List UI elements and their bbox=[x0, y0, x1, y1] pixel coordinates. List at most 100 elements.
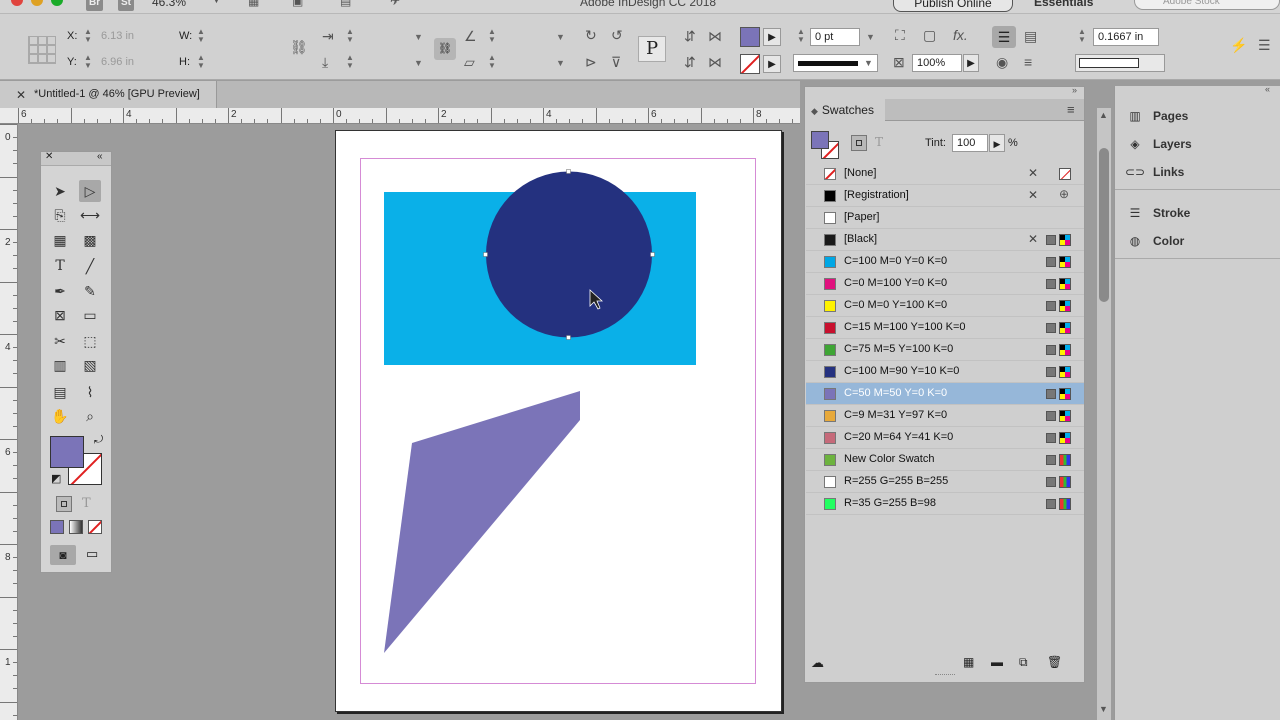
swatch-name: C=0 M=100 Y=0 K=0 bbox=[844, 277, 948, 289]
scroll-up-icon[interactable]: ▲ bbox=[1099, 110, 1108, 120]
apply-color-icon[interactable] bbox=[50, 520, 64, 534]
swatch-row[interactable]: [None] ✕ bbox=[806, 163, 1084, 185]
process-color-icon bbox=[1046, 279, 1056, 289]
show-swatch-kinds-icon[interactable]: ▦ bbox=[963, 655, 974, 669]
swatch-row[interactable]: C=50 M=50 Y=0 K=0 bbox=[806, 383, 1084, 405]
apply-gradient-icon[interactable] bbox=[69, 520, 83, 534]
formatting-container-icon[interactable] bbox=[851, 135, 867, 151]
cmyk-mode-icon bbox=[1059, 366, 1071, 378]
vertical-scrollbar[interactable]: ▲ ▼ bbox=[1097, 108, 1111, 720]
color-icon: ◍ bbox=[1129, 234, 1141, 248]
swatch-row[interactable]: [Registration] ✕ ⊕ bbox=[806, 185, 1084, 207]
swatch-row[interactable]: [Paper] bbox=[806, 207, 1084, 229]
tools-panel-header[interactable]: ✕ « bbox=[41, 151, 111, 166]
gradient-swatch-tool-icon[interactable]: ▥ bbox=[49, 354, 71, 376]
swatch-name: [None] bbox=[844, 167, 877, 179]
swatch-name: C=75 M=5 Y=100 K=0 bbox=[844, 343, 954, 355]
apply-none-icon[interactable] bbox=[88, 520, 102, 534]
scroll-down-icon[interactable]: ▼ bbox=[1099, 704, 1108, 714]
swatch-row[interactable]: C=100 M=0 Y=0 K=0 bbox=[806, 251, 1084, 273]
swatch-color-chip bbox=[824, 454, 836, 466]
dock-label: Pages bbox=[1153, 109, 1189, 123]
normal-view-icon[interactable]: ◙ bbox=[50, 545, 76, 565]
stroke-icon: ☰ bbox=[1129, 206, 1141, 220]
dock-item-pages[interactable]: ▥ Pages bbox=[1125, 106, 1188, 126]
tint-field[interactable]: 100 bbox=[952, 134, 988, 152]
swatch-name: C=0 M=0 Y=100 K=0 bbox=[844, 299, 948, 311]
content-placer-icon[interactable]: ▩ bbox=[79, 229, 101, 251]
fill-swatch[interactable] bbox=[811, 131, 829, 149]
swatch-row[interactable]: C=9 M=31 Y=97 K=0 bbox=[806, 405, 1084, 427]
navy-circle[interactable] bbox=[486, 171, 652, 338]
none-mode-icon bbox=[1059, 168, 1071, 180]
collapse-icon[interactable]: » bbox=[1072, 85, 1077, 95]
swatch-name: C=9 M=31 Y=97 K=0 bbox=[844, 409, 948, 421]
swatch-row[interactable]: C=100 M=90 Y=10 K=0 bbox=[806, 361, 1084, 383]
gap-tool-icon[interactable]: ⟷ bbox=[79, 204, 101, 226]
preview-mode-icon[interactable]: ▭ bbox=[86, 546, 98, 562]
chevron-right-icon[interactable]: ▶ bbox=[989, 134, 1005, 152]
default-colors-icon[interactable]: ◩ bbox=[51, 472, 61, 485]
gradient-feather-tool-icon[interactable]: ▧ bbox=[79, 354, 101, 376]
swatch-name: C=50 M=50 Y=0 K=0 bbox=[844, 387, 948, 399]
swatch-row[interactable]: R=35 G=255 B=98 bbox=[806, 493, 1084, 515]
zoom-tool-icon[interactable]: ⌕ bbox=[79, 405, 101, 427]
formatting-text-icon[interactable]: T bbox=[875, 135, 883, 149]
collapse-icon[interactable]: « bbox=[1265, 84, 1270, 94]
anchor-point[interactable] bbox=[566, 335, 571, 340]
line-tool-icon[interactable]: ╱ bbox=[79, 255, 101, 277]
swatch-row[interactable]: C=15 M=100 Y=100 K=0 bbox=[806, 317, 1084, 339]
trash-icon[interactable]: 🗑 bbox=[1047, 655, 1062, 669]
collapse-icon[interactable]: « bbox=[97, 151, 103, 162]
hand-tool-icon[interactable]: ✋ bbox=[49, 405, 71, 427]
pen-tool-icon[interactable]: ✒ bbox=[49, 280, 71, 302]
fill-swatch[interactable] bbox=[50, 436, 84, 468]
anchor-point[interactable] bbox=[650, 252, 655, 257]
close-icon[interactable]: ✕ bbox=[45, 151, 53, 162]
cmyk-mode-icon bbox=[1059, 278, 1071, 290]
swatch-row[interactable]: C=0 M=100 Y=0 K=0 bbox=[806, 273, 1084, 295]
anchor-point[interactable] bbox=[566, 169, 571, 174]
purple-polygon[interactable] bbox=[384, 391, 580, 653]
new-color-group-icon[interactable]: ▬ bbox=[991, 655, 1003, 669]
process-color-icon bbox=[1046, 345, 1056, 355]
rectangle-tool-icon[interactable]: ▭ bbox=[79, 304, 101, 326]
swatch-row[interactable]: [Black] ✕ bbox=[806, 229, 1084, 251]
swatch-row[interactable]: New Color Swatch bbox=[806, 449, 1084, 471]
cmyk-mode-icon bbox=[1059, 432, 1071, 444]
dock-item-stroke[interactable]: ☰ Stroke bbox=[1125, 203, 1191, 223]
swatch-row[interactable]: C=20 M=64 Y=41 K=0 bbox=[806, 427, 1084, 449]
dock-item-layers[interactable]: ◈ Layers bbox=[1125, 134, 1191, 154]
pencil-tool-icon[interactable]: ✎ bbox=[79, 280, 101, 302]
new-swatch-icon[interactable]: ⧉ bbox=[1019, 655, 1028, 670]
anchor-point[interactable] bbox=[483, 252, 488, 257]
swatch-row[interactable]: C=0 M=0 Y=100 K=0 bbox=[806, 295, 1084, 317]
formatting-container-icon[interactable] bbox=[56, 496, 72, 512]
swatch-row[interactable]: R=255 G=255 B=255 bbox=[806, 471, 1084, 493]
selection-tool-icon[interactable]: ➤ bbox=[49, 180, 71, 202]
page-tool-icon[interactable]: ⎘ bbox=[49, 204, 71, 226]
rgb-mode-icon bbox=[1059, 498, 1071, 510]
panel-menu-icon[interactable]: ≡ bbox=[1067, 102, 1075, 117]
swatch-row[interactable]: C=75 M=5 Y=100 K=0 bbox=[806, 339, 1084, 361]
swatch-color-chip bbox=[824, 300, 836, 312]
note-tool-icon[interactable]: ▤ bbox=[49, 381, 71, 403]
dock-item-links[interactable]: ⊂⊃ Links bbox=[1125, 162, 1184, 182]
cloud-library-icon[interactable]: ☁ bbox=[811, 655, 824, 671]
rectangle-frame-tool-icon[interactable]: ⊠ bbox=[49, 304, 71, 326]
swap-colors-icon[interactable]: ⤾ bbox=[94, 434, 103, 447]
type-tool-icon[interactable]: T bbox=[49, 255, 71, 277]
scrollbar-thumb[interactable] bbox=[1099, 148, 1109, 302]
swatches-tab[interactable]: ◆ Swatches bbox=[805, 99, 885, 121]
free-transform-tool-icon[interactable]: ⬚ bbox=[79, 330, 101, 352]
swatch-name: New Color Swatch bbox=[844, 453, 935, 465]
artwork-layer bbox=[384, 169, 696, 653]
direct-selection-tool-icon[interactable]: ▷ bbox=[79, 180, 101, 202]
swatch-name: C=15 M=100 Y=100 K=0 bbox=[844, 321, 966, 333]
dock-item-color[interactable]: ◍ Color bbox=[1125, 231, 1185, 251]
content-collector-icon[interactable]: ▦ bbox=[49, 229, 71, 251]
dock-label: Color bbox=[1153, 234, 1185, 248]
formatting-text-icon[interactable]: T bbox=[82, 496, 91, 511]
eyedropper-tool-icon[interactable]: ⌇ bbox=[79, 381, 101, 403]
scissors-tool-icon[interactable]: ✂ bbox=[49, 330, 71, 352]
